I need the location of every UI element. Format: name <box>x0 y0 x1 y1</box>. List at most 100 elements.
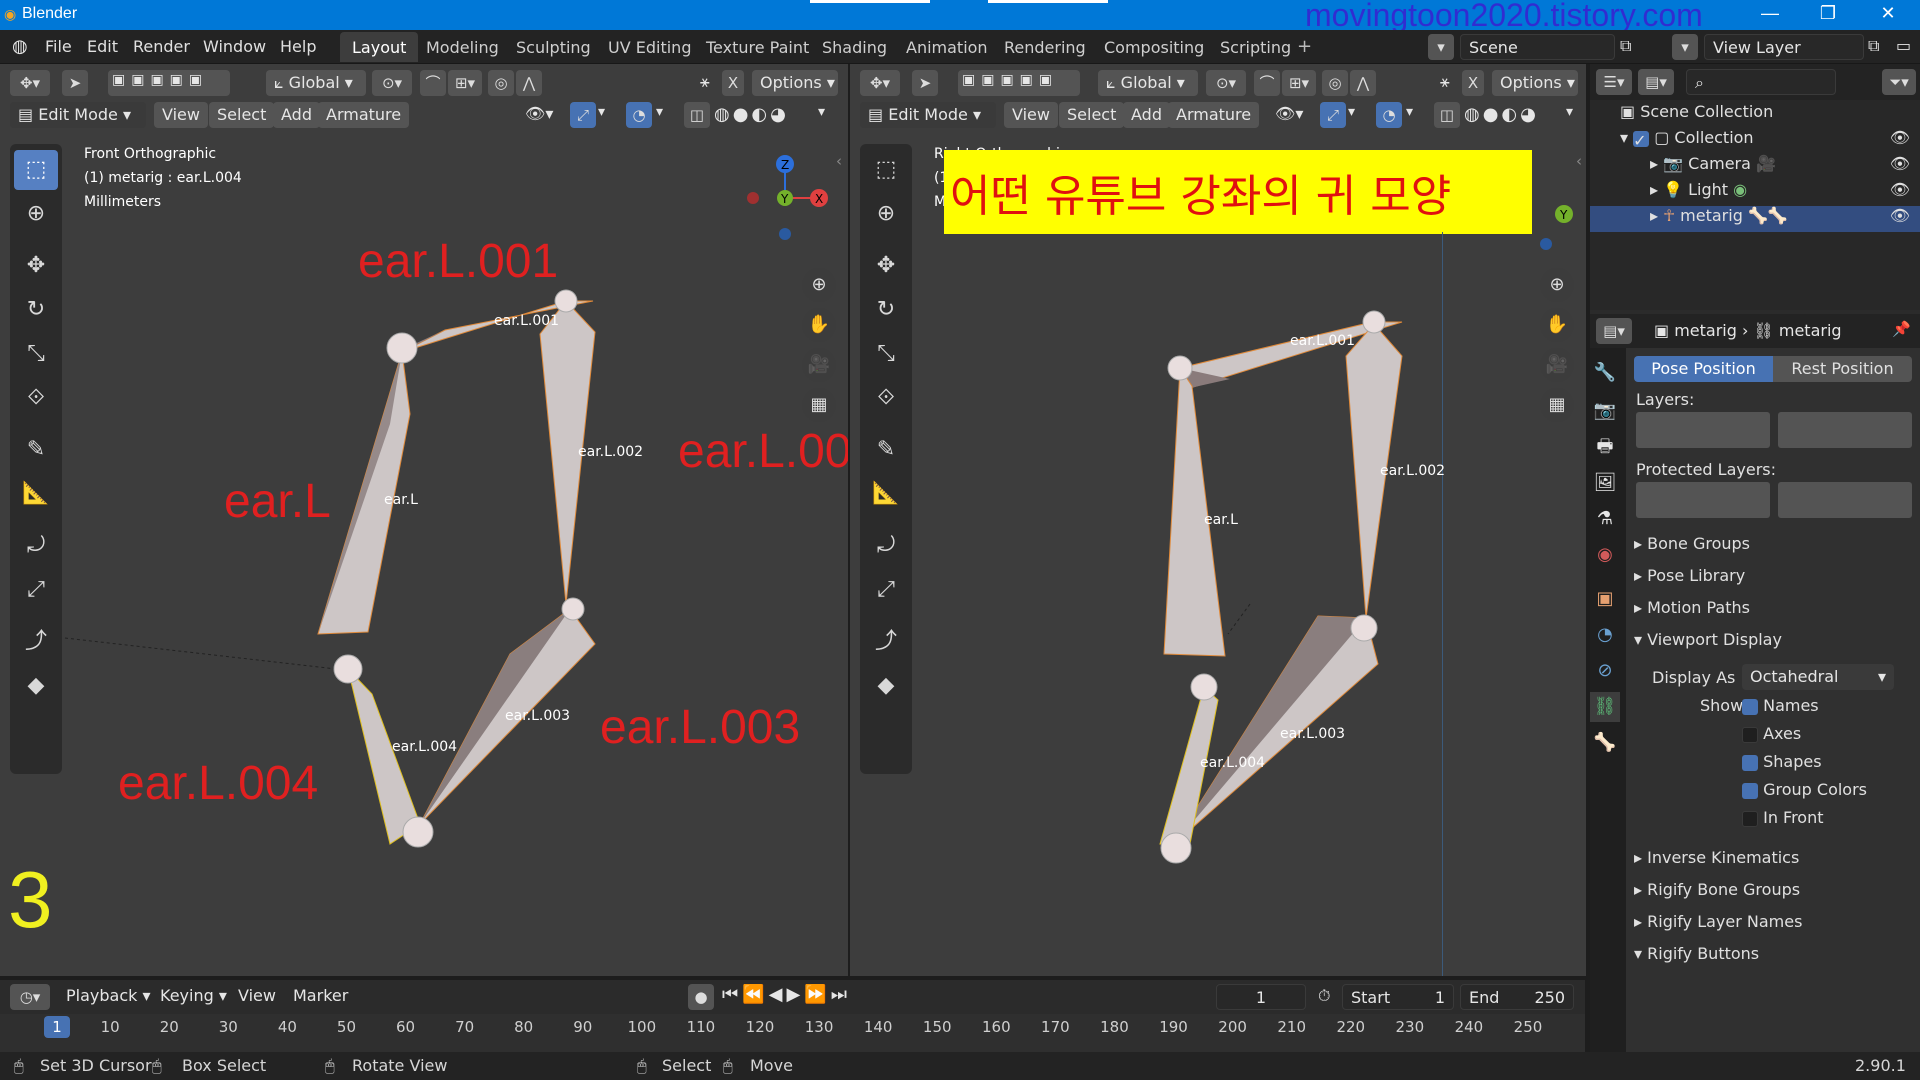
outliner-editor-icon[interactable]: ☰▾ <box>1596 69 1632 95</box>
mouse-drag-right-icon: 🖱 <box>723 1056 733 1075</box>
display-as-dropdown[interactable]: Octahedral ▾ <box>1742 664 1894 690</box>
physics-tab-icon[interactable]: ◔ <box>1590 620 1620 650</box>
pose-position-button[interactable]: Pose Position <box>1634 356 1773 382</box>
output-tab-icon[interactable]: 🖶 <box>1590 432 1620 462</box>
object-breadcrumb: ▣ metarig › ⛓ metarig <box>1654 321 1842 340</box>
world-tab-icon[interactable]: ◉ <box>1590 540 1620 570</box>
playback-menu[interactable]: Playback ▾ <box>66 986 151 1005</box>
menu-window[interactable]: Window <box>203 37 266 56</box>
bone-label: ear.L.004 <box>392 739 457 755</box>
blender-menu-icon[interactable]: ◍ <box>12 36 28 57</box>
scene-name-field[interactable]: Scene <box>1460 34 1615 60</box>
pin-icon[interactable]: 📌 <box>1892 320 1911 338</box>
show-shapes-toggle[interactable]: Shapes <box>1742 752 1822 771</box>
tab-uv-editing[interactable]: UV Editing <box>596 32 703 62</box>
record-icon[interactable]: ● <box>688 984 714 1010</box>
keying-label: Keying <box>160 986 214 1005</box>
tab-modeling[interactable]: Modeling <box>414 32 511 62</box>
panel-pose-library[interactable]: ▸ Pose Library <box>1634 566 1745 585</box>
show-axes-toggle[interactable]: Axes <box>1742 724 1801 743</box>
position-toggle-group: Pose Position Rest Position <box>1634 356 1912 382</box>
constraints-tab-icon[interactable]: ⊘ <box>1590 656 1620 686</box>
protected-layers-grid-b[interactable] <box>1778 482 1912 518</box>
menu-help[interactable]: Help <box>280 37 316 56</box>
outliner-item-camera[interactable]: ▸ 📷 Camera 🎥 👁 <box>1650 154 1910 180</box>
layers-grid-b[interactable] <box>1778 412 1912 448</box>
playback-controls-icons[interactable]: ⏮⏪◀▶⏩⏭ <box>722 984 851 1005</box>
bone-label: ear.L.004 <box>1200 755 1265 771</box>
view-layer-selector-icon[interactable]: ▾ <box>1672 34 1698 60</box>
tab-compositing[interactable]: Compositing <box>1092 32 1216 62</box>
marker-menu[interactable]: Marker <box>293 986 348 1005</box>
tab-rendering[interactable]: Rendering <box>992 32 1098 62</box>
tool-tab-icon[interactable]: 🔧 <box>1590 358 1620 388</box>
bone-label: ear.L.001 <box>1290 333 1355 349</box>
new-view-layer-icon[interactable]: ⧉ <box>1868 36 1879 56</box>
outliner-item-metarig[interactable]: ▸ ☥ metarig 🦴🦴 👁 <box>1590 206 1920 232</box>
tab-scripting[interactable]: Scripting <box>1208 32 1303 62</box>
tab-shading[interactable]: Shading <box>810 32 899 62</box>
breadcrumb-data-label: metarig <box>1778 321 1842 340</box>
remove-view-layer-icon[interactable]: ▭ <box>1896 36 1911 55</box>
eye-icon[interactable]: 👁 <box>1890 154 1910 173</box>
panel-inverse-kinematics[interactable]: ▸ Inverse Kinematics <box>1634 848 1799 867</box>
stopwatch-icon[interactable]: ⏱ <box>1318 986 1330 1006</box>
menu-file[interactable]: File <box>45 37 72 56</box>
panel-rigify-buttons[interactable]: ▾ Rigify Buttons <box>1634 944 1759 963</box>
panel-rigify-bone-groups[interactable]: ▸ Rigify Bone Groups <box>1634 880 1800 899</box>
tab-layout[interactable]: Layout <box>340 32 419 62</box>
display-mode-icon[interactable]: ▤▾ <box>1638 69 1674 95</box>
scene-tab-icon[interactable]: ⚗ <box>1590 504 1620 534</box>
scene-selector-icon[interactable]: ▾ <box>1428 34 1454 60</box>
minimize-button[interactable]: — <box>1750 3 1790 24</box>
outliner-item-collection[interactable]: ▾ ✓ ▢ Collection 👁 <box>1620 128 1910 154</box>
collection-label: Collection <box>1674 128 1754 147</box>
timeline-view-menu[interactable]: View <box>238 986 276 1005</box>
render-tab-icon[interactable]: 📷 <box>1590 396 1620 426</box>
add-workspace-icon[interactable]: + <box>1297 36 1312 57</box>
menu-edit[interactable]: Edit <box>87 37 118 56</box>
timeline-editor-icon[interactable]: ◷▾ <box>10 984 50 1010</box>
tab-sculpting[interactable]: Sculpting <box>504 32 603 62</box>
eye-icon[interactable]: 👁 <box>1890 128 1910 147</box>
panel-bone-groups[interactable]: ▸ Bone Groups <box>1634 534 1750 553</box>
start-frame-field[interactable]: Start 1 <box>1342 984 1454 1010</box>
end-frame-field[interactable]: End 250 <box>1460 984 1574 1010</box>
new-scene-icon[interactable]: ⧉ <box>1620 36 1631 56</box>
menu-render[interactable]: Render <box>133 37 190 56</box>
restore-button[interactable]: ❐ <box>1808 3 1848 24</box>
viewport-left[interactable]: ✥▾ ➤ ▣▣▣▣▣ ⟀ Global ▾ ⊙▾ ⌒ ⊞▾ ◎ ⋀ ⚹ X Op… <box>0 64 848 976</box>
layers-grid-a[interactable] <box>1636 412 1770 448</box>
panel-rigify-layer-names[interactable]: ▸ Rigify Layer Names <box>1634 912 1802 931</box>
outliner-item-light[interactable]: ▸ 💡 Light ◉ 👁 <box>1650 180 1910 206</box>
timeline-tick: 1 <box>52 1018 62 1036</box>
scene-collection-row[interactable]: ▣ Scene Collection <box>1620 102 1773 128</box>
armature-data-tab-icon[interactable]: ⛓ <box>1590 692 1620 722</box>
keying-menu[interactable]: Keying ▾ <box>160 986 227 1005</box>
filter-icon[interactable]: ⏷▾ <box>1882 69 1916 95</box>
bone-tab-icon[interactable]: 🦴 <box>1590 728 1620 758</box>
protected-layers-label: Protected Layers: <box>1636 460 1776 479</box>
panel-viewport-display[interactable]: ▾ Viewport Display <box>1634 630 1782 649</box>
view-layer-field[interactable]: View Layer <box>1704 34 1864 60</box>
panel-motion-paths[interactable]: ▸ Motion Paths <box>1634 598 1750 617</box>
current-frame-field[interactable]: 1 <box>1216 984 1306 1010</box>
tab-animation[interactable]: Animation <box>894 32 1000 62</box>
eye-icon[interactable]: 👁 <box>1890 180 1910 199</box>
viewport-right[interactable]: ✥▾ ➤ ▣▣▣▣▣ ⟀ Global ▾ ⊙▾ ⌒ ⊞▾ ◎ ⋀ ⚹ X Op… <box>850 64 1586 976</box>
tab-texture-paint[interactable]: Texture Paint <box>694 32 821 62</box>
outliner-search-field[interactable]: ⌕ <box>1686 69 1836 95</box>
camera-label: Camera <box>1688 154 1751 173</box>
show-group-colors-toggle[interactable]: Group Colors <box>1742 780 1867 799</box>
rest-position-button[interactable]: Rest Position <box>1773 356 1912 382</box>
show-in-front-toggle[interactable]: In Front <box>1742 808 1824 827</box>
eye-icon[interactable]: 👁 <box>1890 206 1910 225</box>
collection-checkbox[interactable]: ✓ <box>1633 130 1650 150</box>
view-layer-tab-icon[interactable]: 🖼 <box>1590 468 1620 498</box>
properties-editor-icon[interactable]: ▤▾ <box>1596 318 1632 344</box>
object-tab-icon[interactable]: ▣ <box>1590 584 1620 614</box>
protected-layers-grid-a[interactable] <box>1636 482 1770 518</box>
close-button[interactable]: ✕ <box>1868 3 1908 24</box>
panel-rigify-layer-names-label: Rigify Layer Names <box>1647 912 1803 931</box>
show-names-toggle[interactable]: Names <box>1742 696 1819 715</box>
